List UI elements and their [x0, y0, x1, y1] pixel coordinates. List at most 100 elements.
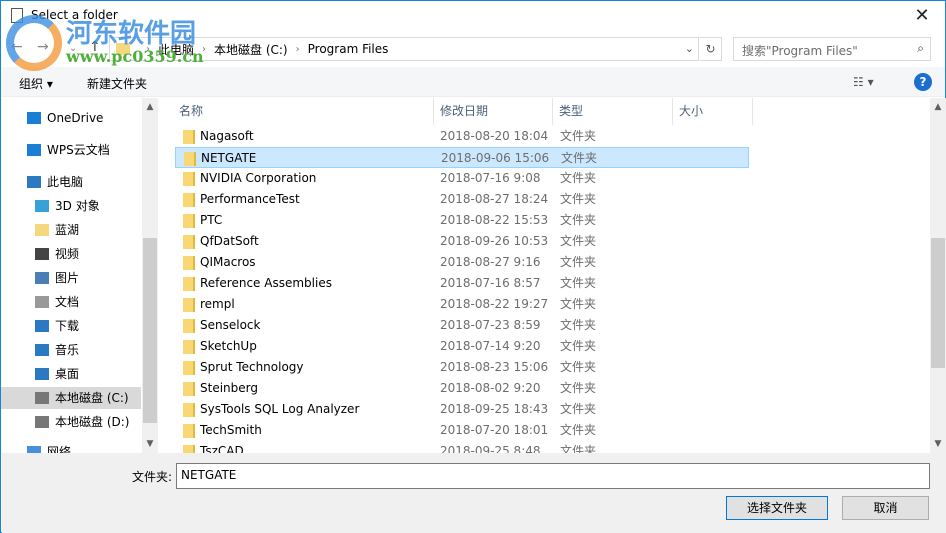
scroll-down-arrow[interactable]: ▼: [930, 439, 946, 449]
select-folder-button[interactable]: 选择文件夹: [726, 496, 828, 520]
file-row[interactable]: Nagasoft 2018-08-20 18:04 文件夹: [175, 126, 749, 147]
folder-icon: [35, 224, 49, 236]
folder-label: 文件夹:: [132, 470, 173, 484]
file-list-scrollbar[interactable]: ▲ ▼: [930, 98, 946, 453]
file-type: 文件夹: [560, 402, 597, 416]
file-row[interactable]: PTC 2018-08-22 15:53 文件夹: [175, 210, 749, 231]
document-icon: [11, 8, 23, 23]
navigation-pane: OneDrive WPS云文档 此电脑 3D 对象 蓝湖 视频图片文档下载音乐桌面本地磁盘…: [1, 98, 159, 453]
file-date: 2018-08-27 9:16: [440, 255, 541, 269]
nav-item[interactable]: 本地磁盘 (C:): [1, 387, 141, 409]
file-date: 2018-07-16 9:08: [440, 171, 541, 185]
view-options-icon[interactable]: ☷ ▾: [853, 75, 874, 89]
new-folder-button[interactable]: 新建文件夹: [87, 75, 147, 92]
folder-icon: [183, 193, 195, 207]
nav-item[interactable]: WPS云文档: [1, 139, 141, 161]
file-row[interactable]: QIMacros 2018-08-27 9:16 文件夹: [175, 252, 749, 273]
file-row[interactable]: PerformanceTest 2018-08-27 18:24 文件夹: [175, 189, 749, 210]
folder-name-input[interactable]: NETGATE: [176, 463, 930, 489]
chevron-down-icon[interactable]: ⌄: [685, 42, 694, 55]
file-date: 2018-08-22 15:53: [440, 213, 549, 227]
file-row[interactable]: SketchUp 2018-07-14 9:20 文件夹: [175, 336, 749, 357]
file-row[interactable]: Senselock 2018-07-23 8:59 文件夹: [175, 315, 749, 336]
file-name: NVIDIA Corporation: [200, 171, 317, 185]
nav-item[interactable]: 图片: [1, 267, 141, 289]
search-placeholder: 搜索"Program Files": [742, 44, 858, 58]
nav-item[interactable]: 音乐: [1, 339, 141, 361]
file-name: PerformanceTest: [200, 192, 300, 206]
file-row[interactable]: Reference Assemblies 2018-07-16 8:57 文件夹: [175, 273, 749, 294]
column-header-date[interactable]: 修改日期: [434, 98, 553, 125]
folder-icon: [184, 152, 196, 166]
nav-item[interactable]: 3D 对象: [1, 195, 141, 217]
nav-item[interactable]: 桌面: [1, 363, 141, 385]
column-header-type[interactable]: 类型: [553, 98, 673, 125]
file-name: PTC: [200, 213, 223, 227]
nav-item-label: 图片: [55, 271, 80, 285]
search-input[interactable]: 搜索"Program Files" ⌕: [733, 37, 931, 61]
breadcrumb-this-pc[interactable]: 此电脑: [158, 41, 194, 58]
file-row[interactable]: Steinberg 2018-08-02 9:20 文件夹: [175, 378, 749, 399]
folder-icon: [183, 277, 195, 291]
nav-item[interactable]: 视频: [1, 243, 141, 265]
recent-dropdown[interactable]: ⌄: [69, 43, 77, 54]
scroll-down-arrow[interactable]: ▼: [142, 439, 158, 449]
music-icon: [35, 344, 49, 356]
file-date: 2018-09-06 15:06: [441, 151, 550, 165]
column-header-size[interactable]: 大小: [673, 98, 753, 125]
nav-item[interactable]: 本地磁盘 (D:): [1, 411, 141, 433]
title-bar: Select a folder ✕: [1, 1, 945, 31]
forward-button[interactable]: →: [37, 39, 49, 55]
help-button[interactable]: ?: [914, 73, 932, 91]
chevron-right-icon[interactable]: ›: [146, 44, 150, 55]
chevron-right-icon[interactable]: ›: [296, 44, 300, 55]
refresh-button[interactable]: ↻: [700, 37, 722, 61]
close-button[interactable]: ✕: [907, 4, 937, 28]
nav-item-label: OneDrive: [47, 111, 104, 125]
nav-item-label: 音乐: [55, 343, 80, 357]
drive-icon: [35, 416, 49, 428]
nav-item[interactable]: 此电脑: [1, 171, 141, 193]
folder-icon: [183, 130, 195, 144]
file-type: 文件夹: [560, 276, 597, 290]
file-row[interactable]: NETGATE 2018-09-06 15:06 文件夹: [175, 147, 749, 168]
up-button[interactable]: ↑: [89, 39, 101, 55]
folder-icon: [183, 361, 195, 375]
breadcrumb-program-files[interactable]: Program Files: [308, 42, 389, 56]
nav-scrollbar[interactable]: ▲ ▼: [142, 98, 158, 453]
file-date: 2018-07-16 8:57: [440, 276, 541, 290]
scroll-up-arrow[interactable]: ▲: [142, 102, 158, 112]
nav-item-label: 桌面: [55, 367, 80, 381]
address-bar[interactable]: › 此电脑 › 本地磁盘 (C:) › Program Files ⌄: [109, 37, 699, 61]
chevron-right-icon[interactable]: ›: [202, 44, 206, 55]
file-row[interactable]: rempl 2018-08-22 19:27 文件夹: [175, 294, 749, 315]
back-button[interactable]: ←: [11, 39, 23, 55]
nav-item-label: 文档: [55, 295, 80, 309]
folder-icon: [116, 43, 130, 55]
file-name: Senselock: [200, 318, 261, 332]
file-row[interactable]: TszCAD 2018-09-25 8:48 文件夹: [175, 441, 749, 453]
cancel-button[interactable]: 取消: [842, 496, 929, 520]
file-row[interactable]: NVIDIA Corporation 2018-07-16 9:08 文件夹: [175, 168, 749, 189]
cube-icon: [35, 200, 49, 212]
file-name: SketchUp: [200, 339, 257, 353]
nav-item[interactable]: 文档: [1, 291, 141, 313]
file-name: Sprut Technology: [200, 360, 304, 374]
file-row[interactable]: QfDatSoft 2018-09-26 10:53 文件夹: [175, 231, 749, 252]
nav-item[interactable]: 蓝湖: [1, 219, 141, 241]
scrollbar-thumb[interactable]: [931, 238, 945, 368]
file-row[interactable]: TechSmith 2018-07-20 18:01 文件夹: [175, 420, 749, 441]
file-date: 2018-07-23 8:59: [440, 318, 541, 332]
folder-icon: [183, 172, 195, 186]
breadcrumb-drive-c[interactable]: 本地磁盘 (C:): [214, 41, 288, 58]
file-type: 文件夹: [560, 234, 597, 248]
scroll-up-arrow[interactable]: ▲: [930, 102, 946, 112]
nav-item[interactable]: OneDrive: [1, 107, 141, 129]
organize-button[interactable]: 组织 ▾: [19, 75, 53, 92]
file-row[interactable]: SysTools SQL Log Analyzer 2018-09-25 18:4…: [175, 399, 749, 420]
file-row[interactable]: Sprut Technology 2018-08-23 15:06 文件夹: [175, 357, 749, 378]
file-type: 文件夹: [560, 423, 597, 437]
nav-item[interactable]: 网络: [1, 441, 141, 453]
scrollbar-thumb[interactable]: [143, 238, 157, 423]
nav-item[interactable]: 下载: [1, 315, 141, 337]
